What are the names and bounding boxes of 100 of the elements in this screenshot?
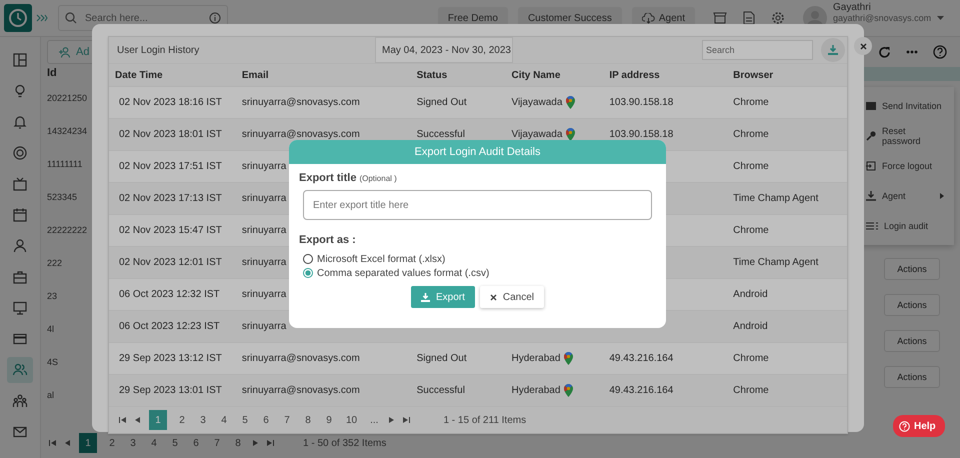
field-label: Export title — [299, 172, 356, 184]
chevrons-icon[interactable] — [36, 14, 48, 22]
page-button[interactable]: 5 — [169, 433, 181, 453]
first-page-icon[interactable] — [49, 440, 56, 446]
bell-icon — [12, 114, 28, 130]
table-cell: Time Champ Agent — [733, 257, 818, 268]
table-cell: srinuyarra@snovasys.com — [242, 97, 360, 108]
page-button[interactable]: 4 — [148, 433, 160, 453]
layout-icon — [12, 52, 28, 68]
map-pin-icon — [564, 384, 574, 397]
search-field[interactable]: Search — [702, 40, 813, 60]
caret-icon[interactable] — [937, 16, 944, 20]
column-header: City Name — [510, 70, 562, 80]
page-button[interactable]: ... — [368, 410, 380, 430]
page-button[interactable]: 2 — [176, 410, 188, 430]
page-button[interactable]: 8 — [302, 410, 314, 430]
cloud-icon — [642, 12, 655, 24]
table-cell: 29 Sep 2023 13:12 IST — [119, 353, 222, 364]
page-button[interactable]: 2 — [106, 433, 118, 453]
radio-button[interactable] — [303, 254, 313, 264]
table-cell: 49.43.216.164 — [609, 353, 674, 364]
menu-item[interactable]: Force logout — [858, 151, 954, 181]
last-page-icon[interactable] — [403, 417, 410, 423]
user-name: Gayathri — [833, 2, 872, 13]
table-cell: srinuyarra@snovasys.com — [242, 129, 360, 140]
date-range-field[interactable]: May 04, 2023 - Nov 30, 2023 — [375, 37, 513, 63]
column-header: Date Time — [114, 70, 164, 80]
table-cell: 29 Sep 2023 13:01 IST — [119, 385, 222, 396]
first-page-icon[interactable] — [119, 417, 126, 423]
refresh-icon[interactable] — [878, 46, 890, 58]
mail-icon — [12, 424, 28, 440]
question-icon — [899, 420, 910, 432]
export-title-field[interactable]: Enter export title here — [303, 190, 652, 220]
table-cell: 22222222 — [47, 224, 88, 234]
page-button[interactable]: 1 — [79, 433, 97, 453]
table-cell: Chrome — [733, 353, 769, 364]
page-button[interactable]: 10 — [344, 410, 360, 430]
table-cell: Time Champ Agent — [733, 193, 818, 204]
table-cell: 11111111 — [47, 158, 82, 168]
cancel-button[interactable]: Cancel — [480, 286, 544, 308]
table-cell: srinuyarra — [242, 161, 286, 172]
more-icon[interactable] — [906, 50, 918, 54]
page-button[interactable]: 6 — [260, 410, 272, 430]
page-button[interactable]: 3 — [197, 410, 209, 430]
actions-button[interactable]: Actions — [884, 294, 940, 316]
last-page-icon[interactable] — [267, 440, 274, 446]
table-cell: 23 — [47, 290, 58, 300]
column-header: Id — [47, 67, 58, 81]
menu-item[interactable]: Agent — [858, 181, 954, 211]
page-button[interactable]: 4 — [218, 410, 230, 430]
download-button[interactable] — [821, 38, 845, 62]
table-cell: 02 Nov 2023 18:01 IST — [119, 129, 222, 140]
page-button[interactable]: 6 — [190, 433, 202, 453]
table-cell: 06 Oct 2023 12:23 IST — [119, 321, 220, 332]
table-cell: 06 Oct 2023 12:32 IST — [119, 289, 220, 300]
export-button[interactable]: Export — [410, 286, 475, 308]
info-icon[interactable] — [209, 12, 221, 24]
page-button[interactable]: 7 — [281, 410, 293, 430]
previous-page-icon[interactable] — [135, 417, 140, 423]
actions-button[interactable]: Actions — [884, 366, 940, 388]
field-label: Export as : — [299, 234, 357, 246]
table-cell: Android — [733, 289, 768, 300]
menu-item[interactable]: Reset password — [858, 121, 954, 151]
briefcase-icon — [12, 269, 28, 285]
actions-button[interactable]: Actions — [884, 258, 940, 280]
table-cell: 02 Nov 2023 17:51 IST — [119, 161, 222, 172]
page-button[interactable]: 3 — [127, 433, 139, 453]
sidebar-item[interactable] — [7, 357, 33, 383]
table-cell: 103.90.158.18 — [609, 129, 674, 140]
page-button[interactable]: 9 — [323, 410, 335, 430]
tv-icon — [12, 176, 28, 192]
page-button[interactable]: 5 — [239, 410, 251, 430]
page-button[interactable]: 7 — [211, 433, 223, 453]
next-page-icon[interactable] — [253, 440, 258, 446]
help-icon[interactable] — [932, 45, 946, 59]
column-header: Status — [416, 70, 448, 80]
radio-button[interactable] — [303, 268, 313, 278]
actions-button[interactable]: Actions — [884, 330, 940, 352]
dialog-title: Export Login Audit Details — [414, 146, 540, 158]
page-summary: 1 - 15 of 211 Items — [443, 414, 526, 426]
table-cell: Hyderabad — [511, 385, 560, 396]
settings-icon[interactable] — [771, 11, 785, 25]
table-cell: 103.90.158.18 — [609, 97, 674, 108]
table-cell: Android — [733, 321, 768, 332]
document-icon[interactable] — [743, 11, 755, 25]
logo-icon[interactable] — [4, 4, 32, 32]
next-page-icon[interactable] — [389, 417, 394, 423]
card-icon — [12, 331, 28, 347]
help-button[interactable]: Help — [893, 415, 945, 437]
menu-item[interactable]: Send Invitation — [858, 91, 954, 121]
menu-item[interactable]: Login audit — [858, 211, 954, 241]
table-cell: 49.43.216.164 — [609, 385, 674, 396]
page-button[interactable]: 1 — [149, 410, 167, 430]
table-cell: 523345 — [47, 192, 78, 202]
page-button[interactable]: 8 — [232, 433, 244, 453]
table-cell: Signed Out — [416, 353, 467, 364]
download-icon — [828, 45, 838, 55]
map-pin-icon — [564, 352, 574, 365]
table-cell: srinuyarra@snovasys.com — [242, 385, 360, 396]
previous-page-icon[interactable] — [65, 440, 70, 446]
